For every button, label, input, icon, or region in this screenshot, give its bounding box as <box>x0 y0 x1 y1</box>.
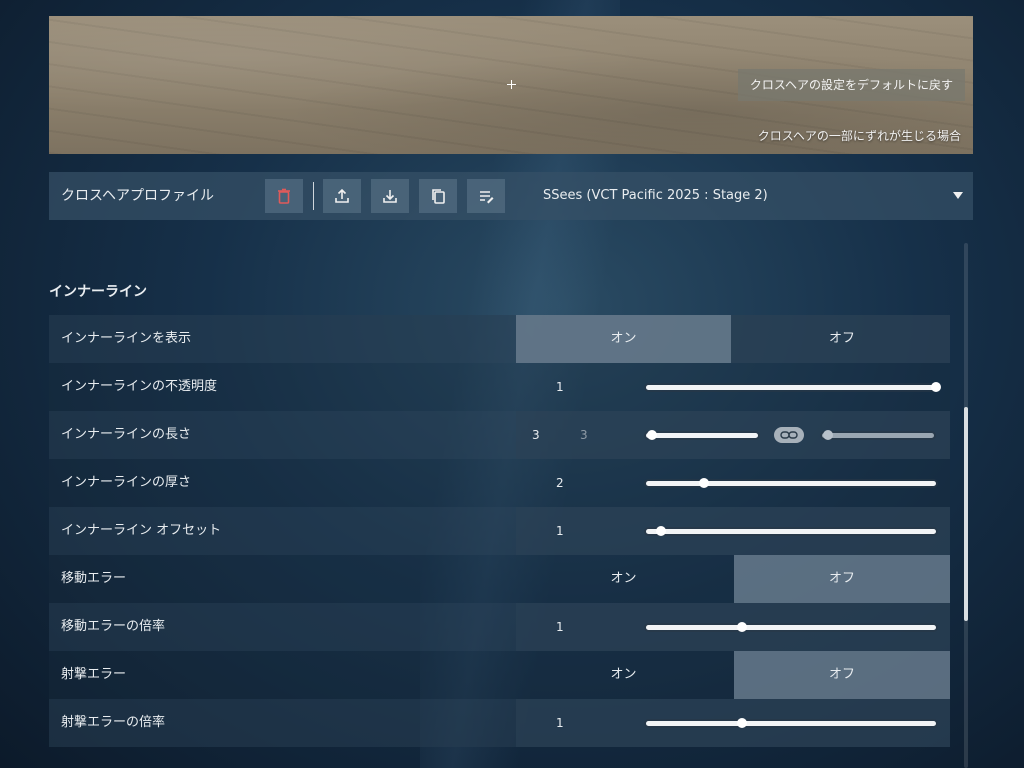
profile-selected: SSees (VCT Pacific 2025 : Stage 2) <box>543 188 768 203</box>
movement-multiplier-value[interactable]: 1 <box>556 603 564 651</box>
link-icon <box>780 431 798 439</box>
movement-multiplier-slider[interactable] <box>646 622 936 632</box>
profile-bar: クロスヘアプロファイル SSees (VCT Pacific 2025: St… <box>49 172 973 220</box>
setting-row-firing-error-multiplier: 射撃エラーの倍率 1 <box>49 699 950 747</box>
offset-slider[interactable] <box>646 526 936 536</box>
link-lengths-toggle[interactable] <box>774 427 804 443</box>
delete-profile-button[interactable] <box>265 179 303 213</box>
import-profile-button[interactable] <box>371 179 409 213</box>
firing-multiplier-slider[interactable] <box>646 718 936 728</box>
toggle-off-option[interactable]: オフ <box>734 315 950 363</box>
movement-error-toggle: オン オフ <box>516 555 950 603</box>
toggle-off-option[interactable]: オフ <box>734 555 950 603</box>
setting-label: 射撃エラー <box>61 667 127 682</box>
length-horizontal-slider[interactable] <box>646 430 758 440</box>
length-control: 3 3 <box>516 411 950 459</box>
setting-row-opacity: インナーラインの不透明度 1 <box>49 363 950 411</box>
section-title: インナーライン <box>49 284 147 300</box>
rename-profile-button[interactable] <box>467 179 505 213</box>
length-vertical-value[interactable]: 3 <box>580 411 588 459</box>
firing-multiplier-value[interactable]: 1 <box>556 699 564 747</box>
setting-label: インナーラインの厚さ <box>61 475 192 490</box>
reset-crosshair-button[interactable]: クロスヘアの設定をデフォルトに戻す <box>737 69 965 101</box>
thickness-slider[interactable] <box>646 478 936 488</box>
settings-list: インナーラインを表示 オン オフ インナーラインの不透明度 1 インナーラインの… <box>49 315 950 747</box>
chevron-down-icon <box>953 192 963 199</box>
setting-label: 射撃エラーの倍率 <box>61 715 166 730</box>
slider-thumb[interactable] <box>699 478 709 488</box>
setting-label: インナーラインの不透明度 <box>61 379 218 394</box>
misalignment-note[interactable]: クロスヘアの一部にずれが生じる場合 <box>758 127 961 144</box>
scrollbar-thumb[interactable] <box>964 407 968 621</box>
setting-row-length: インナーラインの長さ 3 3 <box>49 411 950 459</box>
setting-label: 移動エラーの倍率 <box>61 619 166 634</box>
length-vertical-slider[interactable] <box>822 430 934 440</box>
rename-icon <box>480 191 494 204</box>
firing-multiplier-control: 1 <box>516 699 950 747</box>
firing-error-toggle: オン オフ <box>516 651 950 699</box>
profile-dropdown[interactable]: SSees (VCT Pacific 2025 : Stage 2) <box>529 172 973 220</box>
crosshair-preview: クロスヘアの設定をデフォルトに戻す クロスヘアの一部にずれが生じる場合 <box>49 16 973 154</box>
setting-row-movement-error-multiplier: 移動エラーの倍率 1 <box>49 603 950 651</box>
crosshair-icon <box>507 80 516 89</box>
copy-profile-button[interactable] <box>419 179 457 213</box>
thickness-value[interactable]: 2 <box>556 459 564 507</box>
setting-label: インナーライン オフセット <box>61 523 222 538</box>
toggle-on-option[interactable]: オン <box>516 555 731 603</box>
opacity-slider[interactable] <box>646 382 941 392</box>
movement-multiplier-control: 1 <box>516 603 950 651</box>
setting-row-offset: インナーライン オフセット 1 <box>49 507 950 555</box>
toggle-on-option[interactable]: オン <box>516 651 731 699</box>
show-inner-lines-toggle: オン オフ <box>516 315 950 363</box>
setting-row-movement-error: 移動エラー オン オフ <box>49 555 950 603</box>
profile-label: クロスヘアプロファイル <box>61 188 215 204</box>
offset-value[interactable]: 1 <box>556 507 564 555</box>
upload-icon <box>335 188 349 203</box>
slider-thumb[interactable] <box>736 622 747 632</box>
delete-icon <box>278 188 290 204</box>
length-horizontal-value[interactable]: 3 <box>532 411 540 459</box>
export-profile-button[interactable] <box>323 179 361 213</box>
opacity-control: 1 <box>516 363 950 411</box>
toggle-on-option[interactable]: オン <box>516 315 731 363</box>
slider-thumb[interactable] <box>736 718 747 728</box>
download-icon <box>383 190 397 203</box>
setting-row-firing-error: 射撃エラー オン オフ <box>49 651 950 699</box>
offset-control: 1 <box>516 507 950 555</box>
thickness-control: 2 <box>516 459 950 507</box>
setting-label: インナーラインの長さ <box>61 427 192 442</box>
toolbar-divider <box>313 182 314 210</box>
slider-thumb[interactable] <box>646 430 657 440</box>
setting-row-thickness: インナーラインの厚さ 2 <box>49 459 950 507</box>
slider-thumb[interactable] <box>655 526 666 536</box>
setting-label: インナーラインを表示 <box>61 331 192 346</box>
toggle-off-option[interactable]: オフ <box>734 651 950 699</box>
copy-icon <box>432 189 445 204</box>
setting-row-show-inner-lines: インナーラインを表示 オン オフ <box>49 315 950 363</box>
slider-thumb[interactable] <box>822 430 833 440</box>
setting-label: 移動エラー <box>61 571 127 586</box>
opacity-value[interactable]: 1 <box>556 363 564 411</box>
slider-thumb[interactable] <box>931 382 941 392</box>
